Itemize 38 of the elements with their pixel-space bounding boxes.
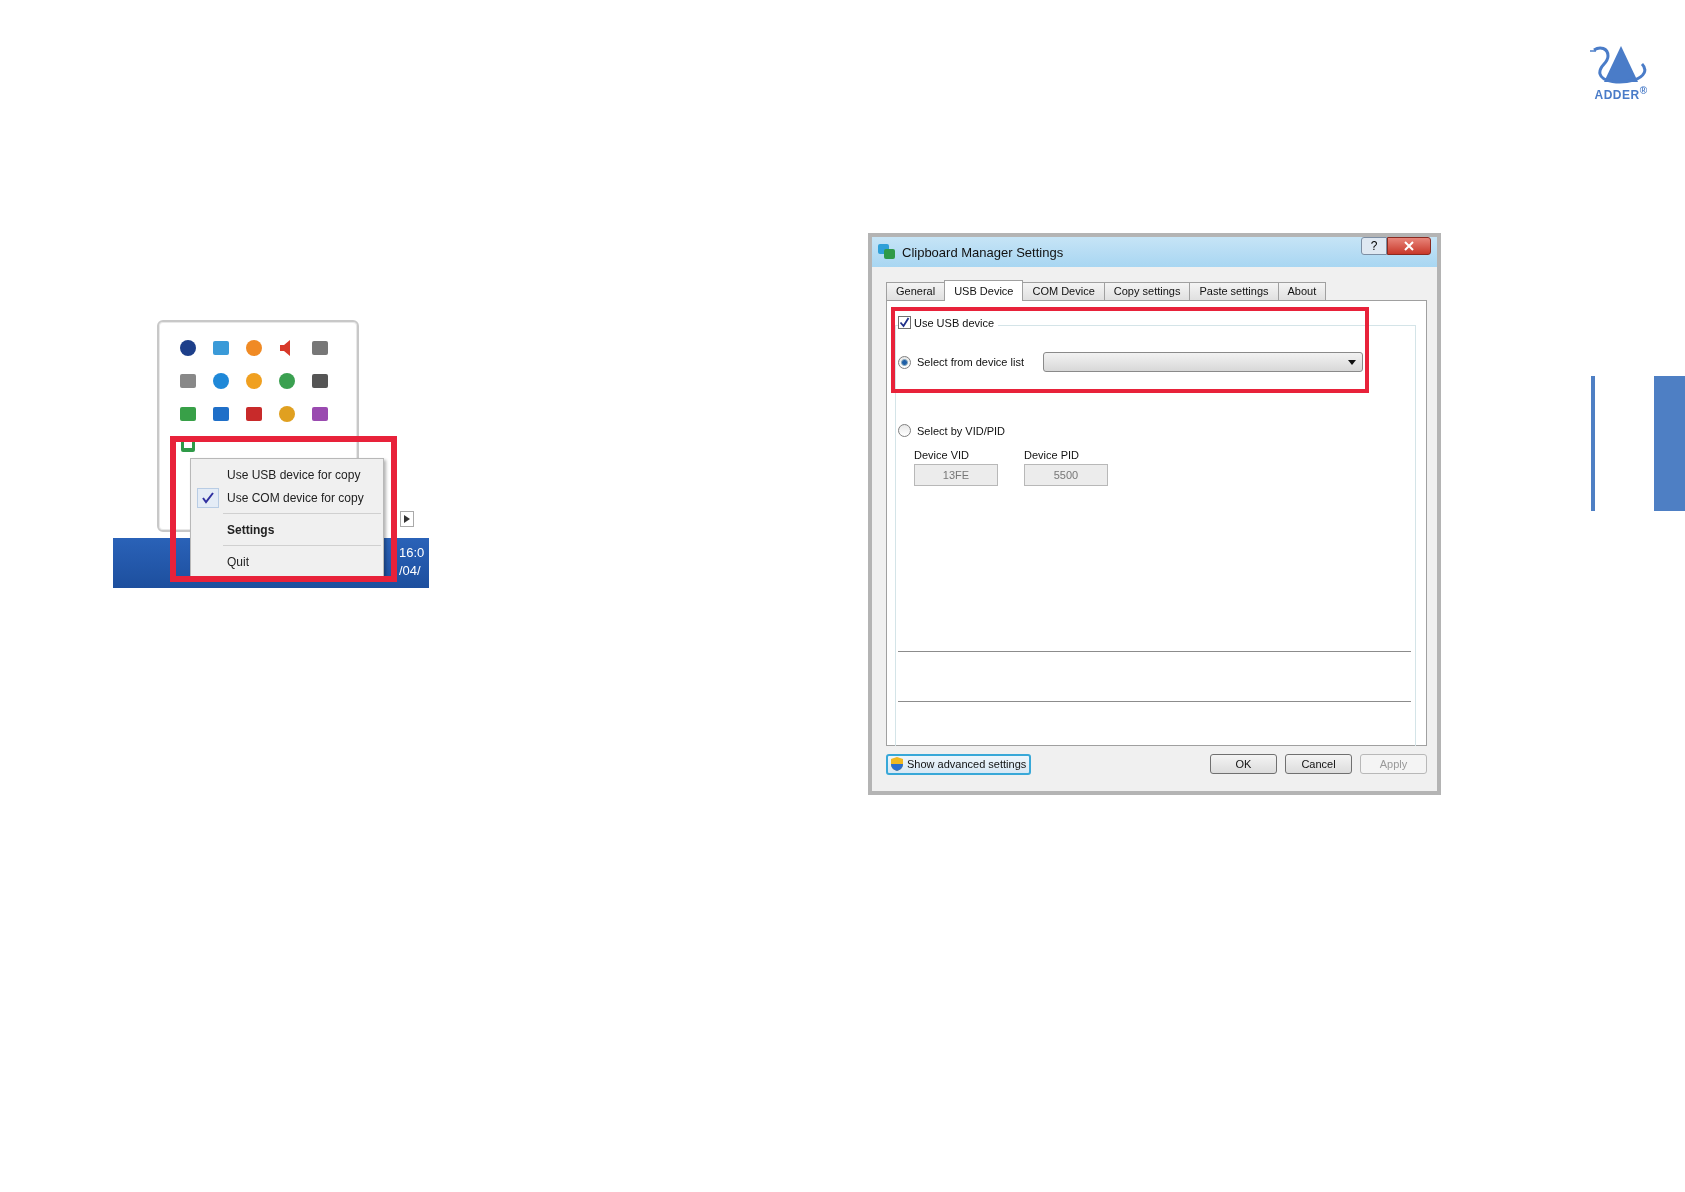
- caret-icon: [1348, 359, 1356, 365]
- app-icon[interactable]: [311, 372, 329, 390]
- tab[interactable]: COM Device: [1022, 282, 1105, 300]
- close-button[interactable]: [1387, 237, 1431, 255]
- tab[interactable]: USB Device: [944, 280, 1024, 301]
- clock-time: 16:0: [399, 544, 425, 562]
- window-title: Clipboard Manager Settings: [902, 244, 1064, 260]
- radio-label: Select from device list: [917, 356, 1025, 368]
- tab[interactable]: Copy settings: [1103, 282, 1191, 300]
- tab[interactable]: About: [1277, 282, 1327, 300]
- menu-item[interactable]: Use USB device for copy: [191, 463, 383, 486]
- app-icon: [878, 244, 896, 260]
- help-button[interactable]: ?: [1361, 237, 1387, 255]
- app-icon[interactable]: [311, 339, 329, 357]
- menu-item[interactable]: Use COM device for copy: [191, 486, 383, 509]
- advanced-settings-button[interactable]: Show advanced settings: [886, 753, 1032, 775]
- checkbox-label: Use USB device: [914, 316, 995, 329]
- menu-item[interactable]: Quit: [191, 550, 383, 573]
- dialog-button[interactable]: OK: [1210, 754, 1277, 774]
- close-icon: [1404, 241, 1414, 251]
- brand-name: ADDER$^{®}$: [1594, 85, 1648, 102]
- checkbox[interactable]: [898, 316, 911, 329]
- shield-icon: [891, 757, 903, 771]
- app-icon[interactable]: [311, 405, 329, 423]
- app-icon[interactable]: [179, 339, 197, 357]
- tab[interactable]: General: [886, 282, 946, 300]
- device-dropdown[interactable]: [1043, 352, 1363, 372]
- field-label: Device VID: [914, 449, 971, 461]
- radio-button[interactable]: [898, 424, 911, 437]
- app-icon[interactable]: [212, 405, 230, 423]
- radio-label: Select by VID/PID: [917, 424, 1007, 437]
- field-label: Device PID: [1024, 449, 1081, 461]
- radio-button[interactable]: [898, 355, 911, 369]
- app-icon[interactable]: [245, 405, 263, 423]
- dialog-button[interactable]: Cancel: [1285, 754, 1352, 774]
- clock-date: /04/: [399, 562, 422, 580]
- tab[interactable]: Paste settings: [1189, 282, 1279, 300]
- menu-item[interactable]: Settings: [191, 518, 383, 541]
